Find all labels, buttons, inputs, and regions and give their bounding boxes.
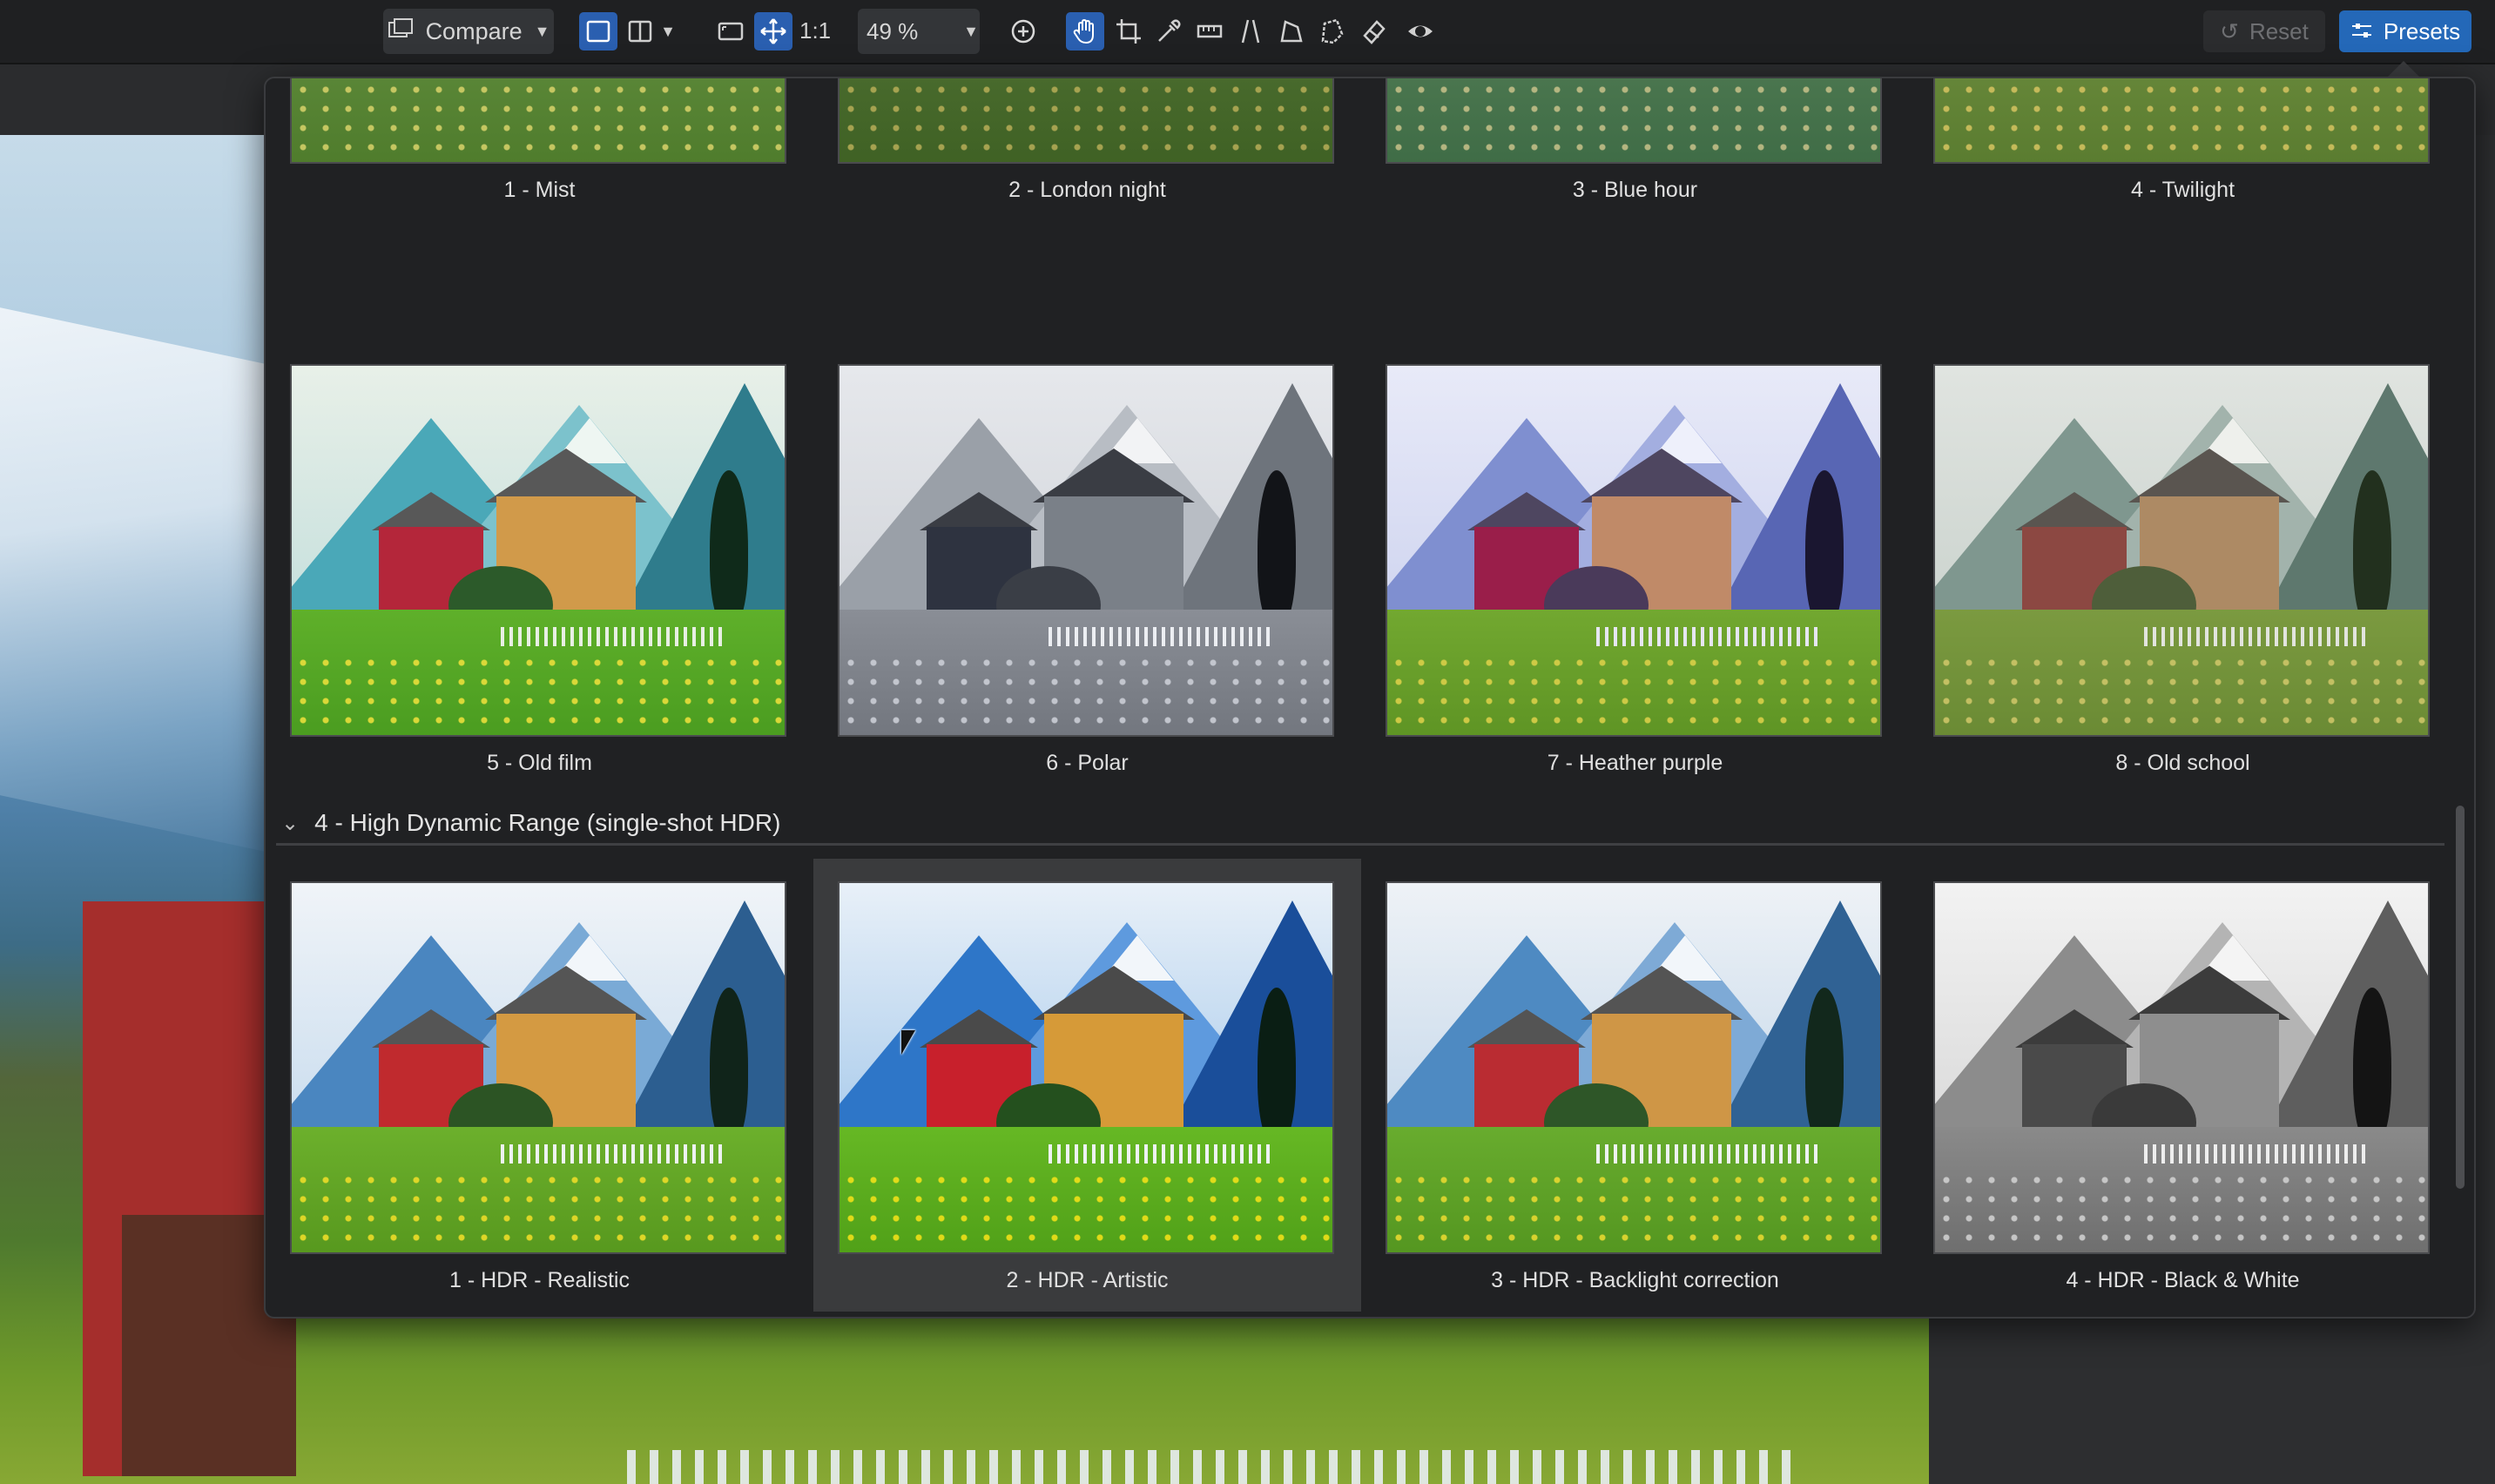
lasso-icon[interactable] — [1313, 12, 1352, 51]
perspective-icon[interactable] — [1231, 12, 1270, 51]
preset-thumbnail — [290, 78, 786, 164]
preset-hdr-backlight-correction[interactable]: 3 - HDR - Backlight correction — [1361, 859, 1909, 1312]
preset-london-night[interactable]: 2 - London night — [813, 78, 1361, 340]
presets-panel: 1 - Mist 2 - London night 3 - Blue hour … — [264, 77, 2476, 1319]
mouse-cursor-icon — [901, 1030, 915, 1055]
preset-label: 3 - Blue hour — [1572, 178, 1698, 202]
polygon-icon[interactable] — [1272, 12, 1311, 51]
section-header-hdr[interactable]: ⌄ 4 - High Dynamic Range (single-shot HD… — [276, 803, 2444, 846]
preset-thumbnail — [1933, 364, 2430, 737]
preset-label: 5 - Old film — [487, 751, 592, 775]
preset-label: 2 - London night — [1008, 178, 1166, 202]
preset-label: 7 - Heather purple — [1547, 751, 1723, 775]
presets-label: Presets — [2383, 17, 2461, 44]
preset-thumbnail — [838, 881, 1334, 1254]
section-title: 4 - High Dynamic Range (single-shot HDR) — [314, 809, 781, 836]
preset-label: 4 - HDR - Black & White — [2066, 1268, 2300, 1292]
preset-label: 8 - Old school — [2115, 751, 2250, 775]
preset-hdr-black-white[interactable]: 4 - HDR - Black & White — [1909, 859, 2457, 1312]
preset-hdr-artistic[interactable]: 2 - HDR - Artistic — [813, 859, 1361, 1312]
single-view-icon[interactable] — [579, 12, 617, 51]
preset-twilight[interactable]: 4 - Twilight — [1909, 78, 2457, 340]
preset-thumbnail — [1386, 78, 1882, 164]
preset-thumbnail — [1386, 881, 1882, 1254]
presets-button[interactable]: Presets — [2339, 10, 2471, 52]
split-view-chevron-icon[interactable]: ▼ — [655, 12, 681, 51]
zoom-in-icon[interactable] — [1004, 12, 1042, 51]
chevron-down-icon[interactable]: ⌄ — [281, 811, 299, 836]
preset-thumbnail — [1933, 881, 2430, 1254]
panel-pointer — [2388, 61, 2419, 77]
reset-button[interactable]: ↺ Reset — [2203, 10, 2325, 52]
preset-label: 1 - HDR - Realistic — [449, 1268, 630, 1292]
move-icon[interactable] — [754, 12, 792, 51]
preset-old-film[interactable]: 5 - Old film — [266, 364, 813, 799]
reset-label: Reset — [2249, 17, 2309, 44]
preset-polar[interactable]: 6 - Polar — [813, 364, 1361, 799]
undo-icon: ↺ — [2220, 17, 2239, 44]
preset-thumbnail — [1933, 78, 2430, 164]
preset-thumbnail — [838, 364, 1334, 737]
photo-white-fence — [627, 1450, 1803, 1484]
crop-icon[interactable] — [1109, 12, 1148, 51]
one-to-one-button[interactable]: 1:1 — [799, 17, 831, 44]
sliders-icon — [2350, 18, 2373, 45]
preset-old-school[interactable]: 8 - Old school — [1909, 364, 2457, 799]
preset-thumbnail — [290, 364, 786, 737]
zoom-value: 49 % — [867, 17, 919, 44]
compare-button[interactable]: Compare ▼ — [383, 9, 554, 54]
split-view-icon[interactable] — [621, 12, 659, 51]
preset-label: 3 - HDR - Backlight correction — [1491, 1268, 1779, 1292]
top-toolbar: Compare ▼ ▼ 1:1 49 % ▼ ↺ Reset Presets — [0, 0, 2495, 64]
preset-thumbnail — [290, 881, 786, 1254]
preview-eye-icon[interactable] — [1401, 12, 1440, 51]
fit-icon[interactable] — [711, 12, 750, 51]
straighten-icon[interactable] — [1190, 12, 1229, 51]
compare-icon — [388, 17, 414, 46]
preset-mist[interactable]: 1 - Mist — [266, 78, 813, 340]
preset-blue-hour[interactable]: 3 - Blue hour — [1361, 78, 1909, 340]
eraser-icon[interactable] — [1355, 12, 1393, 51]
preset-label: 1 - Mist — [503, 178, 576, 202]
preset-thumbnail — [838, 78, 1334, 164]
preset-label: 4 - Twilight — [2130, 178, 2235, 202]
preset-hdr-realistic[interactable]: 1 - HDR - Realistic — [266, 859, 813, 1312]
panel-scrollbar[interactable] — [2456, 806, 2465, 1189]
eyedropper-icon[interactable] — [1150, 12, 1188, 51]
chevron-down-icon[interactable]: ▼ — [535, 23, 550, 41]
preset-label: 2 - HDR - Artistic — [1006, 1268, 1169, 1292]
compare-label: Compare — [425, 17, 523, 44]
preset-heather-purple[interactable]: 7 - Heather purple — [1361, 364, 1909, 799]
preset-thumbnail — [1386, 364, 1882, 737]
hand-icon[interactable] — [1066, 12, 1104, 51]
preset-label: 6 - Polar — [1046, 751, 1129, 775]
zoom-chevron-icon[interactable]: ▼ — [954, 12, 988, 51]
